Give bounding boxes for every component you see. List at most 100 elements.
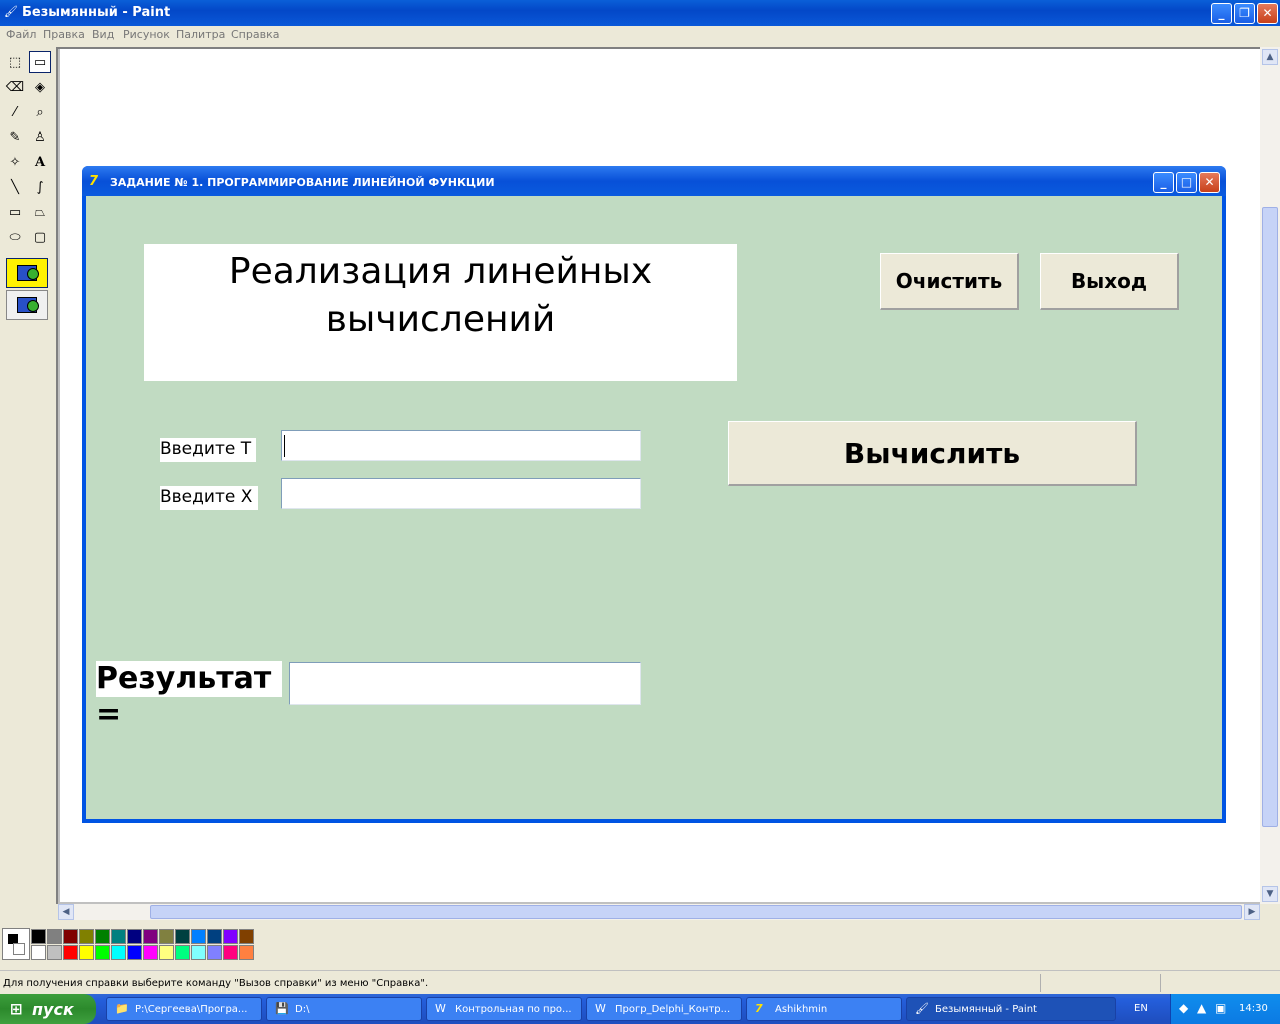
result-label: Результат = bbox=[96, 661, 282, 732]
fill-icon[interactable]: ◈ bbox=[29, 76, 51, 98]
background-color bbox=[13, 943, 25, 955]
eraser-icon[interactable]: ⌫ bbox=[4, 76, 26, 98]
menu-view[interactable]: Вид bbox=[92, 28, 114, 41]
restore-button[interactable]: ❐ bbox=[1234, 3, 1255, 24]
menu-edit[interactable]: Правка bbox=[43, 28, 85, 41]
result-output[interactable] bbox=[289, 662, 641, 705]
windows-flag-icon: ⊞ bbox=[10, 1000, 23, 1018]
color-swatch[interactable] bbox=[95, 929, 110, 944]
scroll-down-icon[interactable]: ▼ bbox=[1262, 886, 1278, 902]
task-drive-d[interactable]: 💾 D:\ bbox=[266, 997, 422, 1021]
clear-button[interactable]: Очистить bbox=[880, 253, 1019, 310]
color-swatch[interactable] bbox=[223, 929, 238, 944]
color-swatch[interactable] bbox=[159, 929, 174, 944]
task-ashikhmin[interactable]: 7 Ashikhmin bbox=[746, 997, 902, 1021]
vertical-scroll-thumb[interactable] bbox=[1262, 207, 1278, 827]
color-swatch[interactable] bbox=[239, 945, 254, 960]
color-swatch[interactable] bbox=[191, 929, 206, 944]
color-swatch[interactable] bbox=[95, 945, 110, 960]
task-word-delphi[interactable]: W Прогр_Delphi_Контр... bbox=[586, 997, 742, 1021]
horizontal-scroll-thumb[interactable] bbox=[150, 905, 1242, 919]
free-select-icon[interactable]: ⬚ bbox=[4, 51, 26, 73]
color-swatch[interactable] bbox=[47, 929, 62, 944]
color-swatch[interactable] bbox=[143, 945, 158, 960]
rectangle-icon[interactable]: ▭ bbox=[4, 201, 26, 223]
color-swatch[interactable] bbox=[63, 929, 78, 944]
polygon-icon[interactable]: ⏢ bbox=[29, 201, 51, 223]
airbrush-icon[interactable]: ✧ bbox=[4, 151, 26, 173]
task-label: Прогр_Delphi_Контр... bbox=[615, 1004, 731, 1015]
current-colors[interactable] bbox=[2, 928, 30, 960]
color-swatch[interactable] bbox=[111, 945, 126, 960]
color-picker-icon[interactable]: ⁄ bbox=[4, 101, 26, 123]
color-swatch[interactable] bbox=[239, 929, 254, 944]
exit-button[interactable]: Выход bbox=[1040, 253, 1179, 310]
ellipse-icon[interactable]: ⬭ bbox=[4, 226, 26, 248]
task-label: Контрольная по про... bbox=[455, 1004, 572, 1015]
color-swatch[interactable] bbox=[207, 945, 222, 960]
color-swatch[interactable] bbox=[63, 945, 78, 960]
antivirus-icon[interactable]: ▲ bbox=[1197, 1001, 1206, 1015]
task-label: Ashikhmin bbox=[775, 1004, 828, 1015]
color-swatch[interactable] bbox=[159, 945, 174, 960]
color-swatch[interactable] bbox=[79, 929, 94, 944]
color-swatch[interactable] bbox=[175, 929, 190, 944]
color-swatch[interactable] bbox=[31, 945, 46, 960]
curve-icon[interactable]: ∫ bbox=[29, 176, 51, 198]
opaque-option[interactable] bbox=[6, 258, 48, 288]
close-button[interactable]: ✕ bbox=[1257, 3, 1278, 24]
transparent-option[interactable] bbox=[6, 290, 48, 320]
scroll-up-icon[interactable]: ▲ bbox=[1262, 49, 1278, 65]
color-swatch[interactable] bbox=[223, 945, 238, 960]
delphi-form-window: 7 ЗАДАНИЕ № 1. ПРОГРАММИРОВАНИЕ ЛИНЕЙНОЙ… bbox=[82, 166, 1226, 823]
calculate-button[interactable]: Вычислить bbox=[728, 421, 1137, 486]
menu-image[interactable]: Рисунок bbox=[123, 28, 170, 41]
color-swatch[interactable] bbox=[47, 945, 62, 960]
pencil-icon[interactable]: ✎ bbox=[4, 126, 26, 148]
color-swatch[interactable] bbox=[111, 929, 126, 944]
form-minimize-button[interactable]: _ bbox=[1153, 172, 1174, 193]
task-folder-sergeeva[interactable]: 📁 P:\Сергеева\Програ... bbox=[106, 997, 262, 1021]
paint-icon: 🖌 bbox=[915, 1002, 929, 1015]
line-icon[interactable]: ╲ bbox=[4, 176, 26, 198]
menu-palette[interactable]: Палитра bbox=[176, 28, 225, 41]
scroll-left-icon[interactable]: ◀ bbox=[58, 904, 74, 920]
rounded-rect-icon[interactable]: ▢ bbox=[29, 226, 51, 248]
task-word-control[interactable]: W Контрольная по про... bbox=[426, 997, 582, 1021]
paint-app-icon: 🖌 bbox=[4, 5, 18, 18]
heading-panel: Реализация линейных вычислений bbox=[144, 244, 737, 381]
task-label: Безымянный - Paint bbox=[935, 1004, 1037, 1015]
form-maximize-button[interactable]: □ bbox=[1176, 172, 1197, 193]
clock: 14:30 bbox=[1239, 1003, 1268, 1014]
color-swatch[interactable] bbox=[127, 929, 142, 944]
color-swatch[interactable] bbox=[31, 929, 46, 944]
input-t[interactable] bbox=[281, 430, 641, 461]
form-close-button[interactable]: ✕ bbox=[1199, 172, 1220, 193]
status-separator bbox=[1040, 974, 1041, 992]
word-icon: W bbox=[595, 1002, 606, 1015]
form-title: ЗАДАНИЕ № 1. ПРОГРАММИРОВАНИЕ ЛИНЕЙНОЙ Ф… bbox=[110, 176, 495, 189]
color-swatch[interactable] bbox=[175, 945, 190, 960]
color-swatch[interactable] bbox=[191, 945, 206, 960]
text-icon[interactable]: A bbox=[29, 151, 51, 173]
input-x[interactable] bbox=[281, 478, 641, 509]
rect-select-icon[interactable]: ▭ bbox=[29, 51, 51, 73]
language-indicator[interactable]: EN bbox=[1134, 1003, 1148, 1014]
scroll-right-icon[interactable]: ▶ bbox=[1244, 904, 1260, 920]
start-button[interactable]: ⊞ пуск bbox=[0, 994, 96, 1024]
color-swatch[interactable] bbox=[143, 929, 158, 944]
monitor-icon[interactable]: ▣ bbox=[1215, 1001, 1226, 1015]
color-swatch[interactable] bbox=[79, 945, 94, 960]
delphi-icon: 7 bbox=[755, 1002, 763, 1015]
color-swatch[interactable] bbox=[207, 929, 222, 944]
vertical-scrollbar[interactable]: ▲ ▼ bbox=[1260, 47, 1280, 904]
task-paint[interactable]: 🖌 Безымянный - Paint bbox=[906, 997, 1116, 1021]
menu-file[interactable]: Файл bbox=[6, 28, 36, 41]
color-swatch[interactable] bbox=[127, 945, 142, 960]
menu-help[interactable]: Справка bbox=[231, 28, 279, 41]
magnifier-icon[interactable]: ⌕ bbox=[29, 101, 51, 123]
brush-icon[interactable]: ♙ bbox=[29, 126, 51, 148]
network-icon[interactable]: ◆ bbox=[1179, 1001, 1188, 1015]
horizontal-scrollbar[interactable]: ◀ ▶ bbox=[58, 904, 1260, 920]
minimize-button[interactable]: _ bbox=[1211, 3, 1232, 24]
